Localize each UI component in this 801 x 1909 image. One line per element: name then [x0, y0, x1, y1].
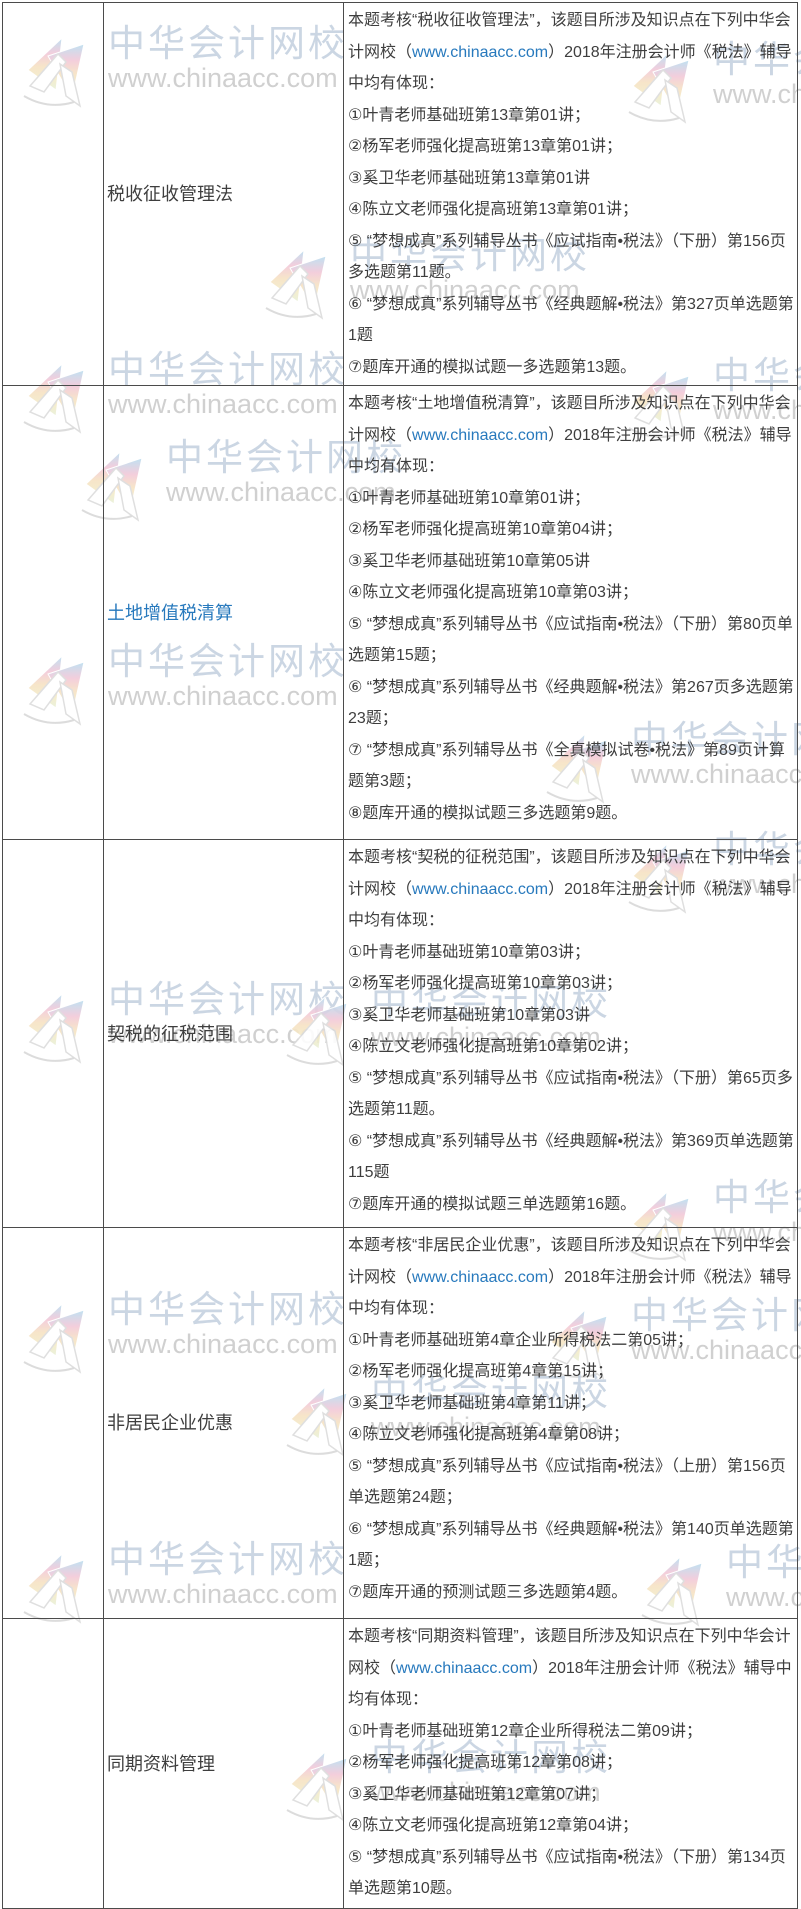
ref-item: ②杨军老师强化提高班第12章第08讲； [348, 1754, 622, 1771]
analysis-cell: 本题考核“非居民企业优惠”，该题目所涉及知识点在下列中华会计网校（www.chi… [343, 1227, 798, 1619]
ref-item: ①叶青老师基础班第13章第01讲； [348, 106, 590, 124]
topic-cell: 税收征收管理法 [103, 2, 344, 386]
ref-item: ⑤ “梦想成真”系列辅导丛书《应试指南•税法》（上册）第156页单选题第24题； [348, 1457, 786, 1507]
analysis-intro: 本题考核“契税的征税范围”，该题目所涉及知识点在下列中华会计网校（www.chi… [348, 842, 794, 937]
table-row: 土地增值税清算 本题考核“土地增值税清算”，该题目所涉及知识点在下列中华会计网校… [2, 385, 798, 840]
document-page: { "colors": { "border": "#4b4b4b", "body… [0, 0, 801, 1909]
ref-item: ⑥ “梦想成真”系列辅导丛书《经典题解•税法》第140页单选题第1题； [348, 1520, 794, 1570]
empty-index-cell [2, 1618, 104, 1909]
ref-item: ④陈立文老师强化提高班第10章第03讲； [348, 584, 638, 601]
ref-item: ⑦ “梦想成真”系列辅导丛书《全真模拟试卷•税法》第89页计算题第3题； [348, 741, 785, 791]
ref-item: ③奚卫华老师基础班第10章第03讲 [348, 1006, 590, 1024]
ref-item: ③奚卫华老师基础班第12章第07讲； [348, 1785, 606, 1803]
ref-item: ④陈立文老师强化提高班第13章第01讲； [348, 201, 638, 218]
ref-item: ②杨军老师强化提高班第10章第04讲； [348, 521, 622, 538]
chinaacc-link[interactable]: www.chinaacc.com [412, 427, 548, 444]
table-row: 同期资料管理 本题考核“同期资料管理”，该题目所涉及知识点在下列中华会计网校（w… [2, 1618, 798, 1909]
analysis-intro: 本题考核“土地增值税清算”，该题目所涉及知识点在下列中华会计网校（www.chi… [348, 388, 794, 483]
topic-label: 同期资料管理 [107, 1753, 215, 1774]
empty-index-cell [2, 2, 104, 386]
ref-item: ⑧题库开通的模拟试题三多选题第9题。 [348, 804, 628, 822]
table-row: 非居民企业优惠 本题考核“非居民企业优惠”，该题目所涉及知识点在下列中华会计网校… [2, 1227, 798, 1619]
empty-index-cell [2, 839, 104, 1228]
exam-analysis-table: 税收征收管理法 本题考核“税收征收管理法”，该题目所涉及知识点在下列中华会计网校… [2, 2, 798, 1909]
chinaacc-link[interactable]: www.chinaacc.com [396, 1660, 532, 1677]
topic-cell: 契税的征税范围 [103, 839, 344, 1228]
ref-item: ②杨军老师强化提高班第13章第01讲； [348, 138, 622, 155]
analysis-cell: 本题考核“同期资料管理”，该题目所涉及知识点在下列中华会计网校（www.chin… [343, 1618, 798, 1909]
ref-item: ⑥ “梦想成真”系列辅导丛书《经典题解•税法》第369页单选题第115题 [348, 1132, 794, 1182]
table-row: 契税的征税范围 本题考核“契税的征税范围”，该题目所涉及知识点在下列中华会计网校… [2, 839, 798, 1228]
topic-label-highlighted[interactable]: 土地增值税清算 [107, 601, 233, 625]
analysis-intro: 本题考核“税收征收管理法”，该题目所涉及知识点在下列中华会计网校（www.chi… [348, 5, 794, 100]
topic-label: 契税的征税范围 [107, 1023, 233, 1044]
ref-item: ③奚卫华老师基础班第10章第05讲 [348, 552, 590, 570]
chinaacc-link[interactable]: www.chinaacc.com [412, 881, 548, 898]
ref-item: ②杨军老师强化提高班第4章第15讲； [348, 1363, 614, 1380]
empty-index-cell [2, 385, 104, 840]
ref-item: ①叶青老师基础班第4章企业所得税法二第05讲； [348, 1331, 694, 1349]
topic-cell: 同期资料管理 [103, 1618, 344, 1909]
ref-item: ⑥ “梦想成真”系列辅导丛书《经典题解•税法》第267页多选题第23题； [348, 678, 794, 728]
ref-item: ⑤ “梦想成真”系列辅导丛书《应试指南•税法》（下册）第134页单选题第10题。 [348, 1848, 786, 1898]
analysis-cell: 本题考核“契税的征税范围”，该题目所涉及知识点在下列中华会计网校（www.chi… [343, 839, 798, 1228]
ref-item: ③奚卫华老师基础班第4章第11讲； [348, 1394, 596, 1412]
ref-item: ③奚卫华老师基础班第13章第01讲 [348, 169, 590, 187]
ref-item: ⑤ “梦想成真”系列辅导丛书《应试指南•税法》（下册）第156页多选题第11题。 [348, 232, 786, 282]
topic-cell: 土地增值税清算 [103, 385, 344, 840]
ref-item: ⑦题库开通的模拟试题一多选题第13题。 [348, 358, 637, 376]
chinaacc-link[interactable]: www.chinaacc.com [412, 1269, 548, 1286]
ref-item: ⑤ “梦想成真”系列辅导丛书《应试指南•税法》（下册）第80页单选题第15题； [348, 615, 793, 665]
ref-item: ⑥ “梦想成真”系列辅导丛书《经典题解•税法》第327页单选题第1题 [348, 295, 794, 345]
topic-label: 非居民企业优惠 [107, 1413, 233, 1433]
chinaacc-link[interactable]: www.chinaacc.com [412, 44, 548, 61]
ref-item: ⑤ “梦想成真”系列辅导丛书《应试指南•税法》（下册）第65页多选题第11题。 [348, 1069, 793, 1119]
analysis-cell: 本题考核“土地增值税清算”，该题目所涉及知识点在下列中华会计网校（www.chi… [343, 385, 798, 840]
ref-item: ①叶青老师基础班第10章第01讲； [348, 489, 590, 507]
ref-item: ④陈立文老师强化提高班第10章第02讲； [348, 1038, 638, 1055]
ref-item: ①叶青老师基础班第12章企业所得税法二第09讲； [348, 1722, 702, 1740]
analysis-cell: 本题考核“税收征收管理法”，该题目所涉及知识点在下列中华会计网校（www.chi… [343, 2, 798, 386]
empty-index-cell [2, 1227, 104, 1619]
analysis-intro: 本题考核“非居民企业优惠”，该题目所涉及知识点在下列中华会计网校（www.chi… [348, 1230, 794, 1325]
ref-item: ⑦题库开通的模拟试题三单选题第16题。 [348, 1195, 637, 1213]
table-row: 税收征收管理法 本题考核“税收征收管理法”，该题目所涉及知识点在下列中华会计网校… [2, 2, 798, 386]
topic-label: 税收征收管理法 [107, 184, 233, 204]
ref-item: ⑦题库开通的预测试题三多选题第4题。 [348, 1583, 628, 1601]
ref-item: ①叶青老师基础班第10章第03讲； [348, 943, 590, 961]
ref-item: ④陈立文老师强化提高班第4章第08讲； [348, 1426, 630, 1443]
analysis-intro: 本题考核“同期资料管理”，该题目所涉及知识点在下列中华会计网校（www.chin… [348, 1621, 794, 1716]
topic-cell: 非居民企业优惠 [103, 1227, 344, 1619]
ref-item: ②杨军老师强化提高班第10章第03讲； [348, 975, 622, 992]
ref-item: ④陈立文老师强化提高班第12章第04讲； [348, 1817, 638, 1834]
